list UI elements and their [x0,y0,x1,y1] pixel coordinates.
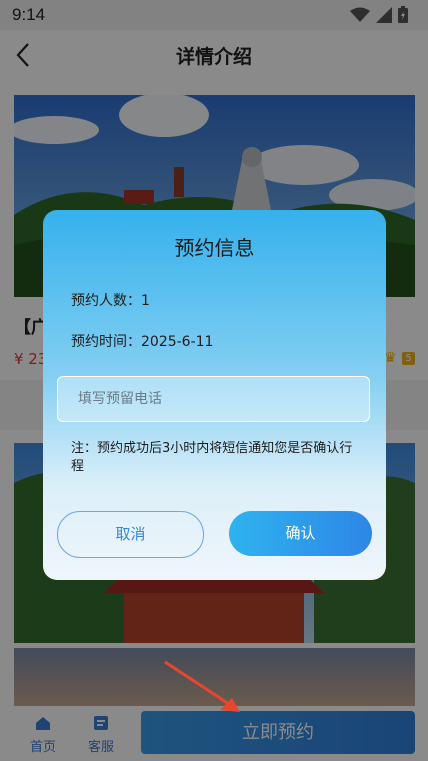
booking-time-text: 预约时间：2025-6-11 [71,334,214,350]
phone-input[interactable] [57,376,370,422]
cancel-button[interactable]: 取消 [57,511,204,558]
booking-info-dialog: 预约信息 预约人数：1 预约时间：2025-6-11 注：预约成功后3小时内将短… [43,210,386,580]
booking-note: 注：预约成功后3小时内将短信通知您是否确认行程 [71,441,353,474]
dialog-title: 预约信息 [174,236,255,260]
confirm-button[interactable]: 确认 [229,511,372,556]
people-count-text: 预约人数：1 [71,293,150,309]
